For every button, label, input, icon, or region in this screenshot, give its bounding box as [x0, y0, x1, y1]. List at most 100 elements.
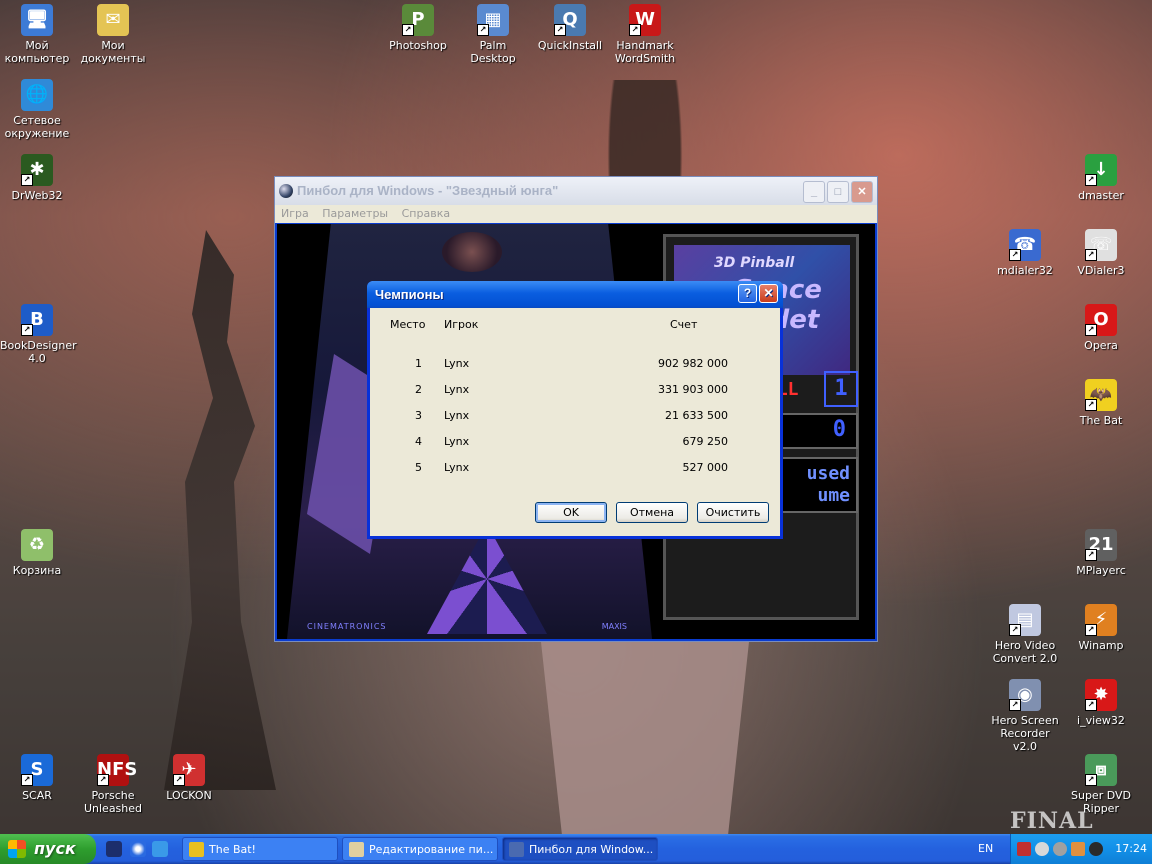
dmaster-icon: ↓ ↗	[1085, 154, 1117, 186]
desktop-icon-vdialer3[interactable]: ☏ ↗ VDialer3	[1064, 229, 1138, 277]
windows-flag-icon	[8, 840, 26, 858]
desktop-icon-сетевое-окружение[interactable]: 🌐 Сетевое окружение	[0, 79, 74, 140]
pinball-titlebar[interactable]: Пинбол для Windows - "Звездный юнга" _ □…	[275, 177, 877, 205]
close-button[interactable]: ✕	[851, 181, 873, 203]
shortcut-arrow-icon: ↗	[477, 24, 489, 36]
shortcut-arrow-icon: ↗	[1085, 324, 1097, 336]
desktop-icon-quickinstall[interactable]: Q ↗ QuickInstall	[533, 4, 607, 52]
minimize-button[interactable]: _	[803, 181, 825, 203]
dialog-titlebar[interactable]: Чемпионы ? ✕	[367, 281, 783, 308]
highscore-rank: 2	[415, 383, 422, 396]
desktop-icon-the-bat[interactable]: 🦇 ↗ The Bat	[1064, 379, 1138, 427]
shortcut-arrow-icon: ↗	[1085, 174, 1097, 186]
mplayerc-icon: 21 ↗	[1085, 529, 1117, 561]
dialog-title: Чемпионы	[375, 287, 444, 302]
tray-drweb-icon[interactable]	[1017, 842, 1031, 856]
desktop-icon-мой-компьютер[interactable]: 🖥 Мой компьютер	[0, 4, 74, 65]
task-app-icon	[189, 842, 204, 857]
clear-button[interactable]: Очистить	[697, 502, 769, 523]
cancel-button[interactable]: Отмена	[616, 502, 688, 523]
porsche-unleashed-icon: NFS ↗	[97, 754, 137, 786]
desktop-icon-drweb32[interactable]: ✱ ↗ DrWeb32	[0, 154, 74, 202]
tray-app-icon[interactable]	[1071, 842, 1085, 856]
ok-button[interactable]: OK	[535, 502, 607, 523]
highscore-player: Lynx	[444, 409, 470, 422]
taskbar-button-label: The Bat!	[209, 843, 256, 856]
help-button[interactable]: ?	[738, 284, 757, 303]
shortcut-arrow-icon: ↗	[1085, 399, 1097, 411]
floppy-quicklaunch-icon[interactable]	[106, 841, 122, 857]
status-text: used ume	[807, 463, 850, 507]
desktop-icon-scar[interactable]: S ↗ SCAR	[0, 754, 74, 802]
media-player-quicklaunch-icon[interactable]	[130, 841, 146, 857]
column-header-player: Игрок	[444, 318, 479, 331]
desktop-icon-label: QuickInstall	[537, 39, 603, 52]
desktop-icon-porsche-unleashed[interactable]: NFS ↗ Porsche Unleashed	[76, 754, 150, 815]
desktop-icon-i-view32[interactable]: ✸ ↗ i_view32	[1064, 679, 1138, 727]
dialog-close-button[interactable]: ✕	[759, 284, 778, 303]
taskbar-button[interactable]: Пинбол для Window...	[502, 837, 658, 861]
highscores-dialog[interactable]: Чемпионы ? ✕ Место Игрок Счет 1 Lynx 902 9…	[367, 281, 783, 539]
сетевое-окружение-icon: 🌐	[21, 79, 53, 111]
desktop-icon-photoshop[interactable]: P ↗ Photoshop	[381, 4, 455, 52]
desktop-icon-label: VDialer3	[1077, 264, 1125, 277]
desktop-icon-mplayerc[interactable]: 21 ↗ MPlayerc	[1064, 529, 1138, 577]
desktop-icon-dmaster[interactable]: ↓ ↗ dmaster	[1064, 154, 1138, 202]
desktop-icon-label: Hero Video Convert 2.0	[992, 639, 1058, 665]
desktop-icon-label: Opera	[1084, 339, 1118, 352]
ie-quicklaunch-icon[interactable]	[152, 841, 168, 857]
hero-video-convert-2-0-icon: ▤ ↗	[1009, 604, 1041, 636]
desktop-icon-lockon[interactable]: ✈ ↗ LOCKON	[152, 754, 226, 802]
desktop-icon-opera[interactable]: O ↗ Opera	[1064, 304, 1138, 352]
desktop-icon-label: Winamp	[1078, 639, 1124, 652]
desktop-icon-label: Handmark WordSmith	[614, 39, 676, 65]
shortcut-arrow-icon: ↗	[21, 174, 33, 186]
desktop-icon-label: Palm Desktop	[470, 39, 516, 65]
highscore-player: Lynx	[444, 435, 470, 448]
menu-game[interactable]: Игра	[281, 207, 309, 220]
clock[interactable]: 17:24	[1115, 834, 1147, 864]
opera-icon: O ↗	[1085, 304, 1117, 336]
desktop-icon-hero-video-convert-2-0[interactable]: ▤ ↗ Hero Video Convert 2.0	[988, 604, 1062, 665]
highscore-player: Lynx	[444, 461, 470, 474]
desktop-icon-label: Мои документы	[80, 39, 146, 65]
desktop-icon-winamp[interactable]: ⚡ ↗ Winamp	[1064, 604, 1138, 652]
status-line2: ume	[817, 485, 850, 506]
menu-options[interactable]: Параметры	[322, 207, 388, 220]
taskbar-button-label: Редактирование пи...	[369, 843, 494, 856]
handmark-wordsmith-icon: W ↗	[629, 4, 661, 36]
desktop-icon-label: SCAR	[22, 789, 52, 802]
taskbar-button[interactable]: Редактирование пи...	[342, 837, 498, 861]
start-button[interactable]: пуск	[0, 834, 96, 864]
desktop-icon-мои-документы[interactable]: ✉ Мои документы	[76, 4, 150, 65]
shortcut-arrow-icon: ↗	[1009, 624, 1021, 636]
desktop-icon-palm-desktop[interactable]: ▦ ↗ Palm Desktop	[456, 4, 530, 65]
highscore-row: 5 Lynx 527 000	[370, 461, 780, 475]
tray-bug-icon[interactable]	[1089, 842, 1103, 856]
desktop-icon-bookdesigner-4-0[interactable]: B ↗ BookDesigner 4.0	[0, 304, 77, 365]
language-indicator[interactable]: EN	[978, 834, 993, 864]
quickinstall-icon: Q ↗	[554, 4, 586, 36]
maximize-button[interactable]: □	[827, 181, 849, 203]
shortcut-arrow-icon: ↗	[173, 774, 185, 786]
desktop-icon-корзина[interactable]: ♻ Корзина	[0, 529, 74, 577]
desktop-icon-label: DrWeb32	[11, 189, 63, 202]
table-star-graphic	[427, 524, 547, 634]
status-line1: used	[806, 463, 850, 484]
wallpaper-tree	[164, 230, 276, 790]
мои-документы-icon: ✉	[97, 4, 129, 36]
taskbar-button[interactable]: The Bat!	[182, 837, 338, 861]
task-app-icon	[349, 842, 364, 857]
highscore-score: 331 903 000	[658, 383, 728, 396]
desktop-icon-label: Мой компьютер	[4, 39, 70, 65]
the-bat-icon: 🦇 ↗	[1085, 379, 1117, 411]
tray-sync-icon[interactable]	[1053, 842, 1067, 856]
desktop-icon-label: LOCKON	[166, 789, 212, 802]
desktop-icon-handmark-wordsmith[interactable]: W ↗ Handmark WordSmith	[608, 4, 682, 65]
tray-clock-icon[interactable]	[1035, 842, 1049, 856]
desktop-icon-super-dvd-ripper[interactable]: ⧈ ↗ Super DVD Ripper	[1064, 754, 1138, 815]
desktop-icon-mdialer32[interactable]: ☎ ↗ mdialer32	[988, 229, 1062, 277]
winamp-icon: ⚡ ↗	[1085, 604, 1117, 636]
menu-help[interactable]: Справка	[402, 207, 450, 220]
desktop-icon-hero-screen-recorder-v2-0[interactable]: ◉ ↗ Hero Screen Recorder v2.0	[988, 679, 1062, 753]
